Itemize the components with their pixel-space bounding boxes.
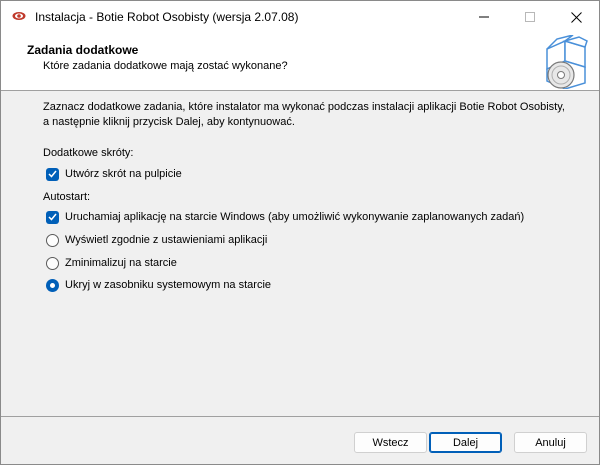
- radio-app-settings-label: Wyświetl zgodnie z ustawieniami aplikacj…: [65, 234, 268, 246]
- close-button[interactable]: [553, 1, 599, 33]
- app-eye-icon: [12, 10, 26, 22]
- desktop-shortcut-label: Utwórz skrót na pulpicie: [65, 168, 182, 180]
- radio-minimize-label: Zminimalizuj na starcie: [65, 257, 177, 269]
- cancel-button[interactable]: Anuluj: [514, 432, 587, 453]
- footer-divider: [1, 416, 599, 417]
- description-line-2: a następnie kliknij przycisk Dalej, aby …: [43, 116, 295, 128]
- page-title: Zadania dodatkowe: [27, 43, 139, 57]
- wizard-header: Zadania dodatkowe Które zadania dodatkow…: [1, 33, 599, 91]
- minimize-button[interactable]: [461, 1, 507, 33]
- radio-tray[interactable]: [46, 278, 59, 292]
- run-at-startup-label: Uruchamiaj aplikację na starcie Windows …: [65, 211, 525, 223]
- maximize-icon: [525, 12, 535, 22]
- box-cd-icon: [543, 34, 589, 90]
- desktop-shortcut-option[interactable]: Utwórz skrót na pulpicie: [46, 166, 182, 182]
- desktop-shortcut-checkbox[interactable]: [46, 167, 59, 181]
- radio-option-app-settings[interactable]: Wyświetl zgodnie z ustawieniami aplikacj…: [46, 232, 267, 248]
- next-button[interactable]: Dalej: [429, 432, 502, 453]
- radio-minimize[interactable]: [46, 256, 59, 270]
- page-subtitle: Które zadania dodatkowe mają zostać wyko…: [43, 60, 288, 72]
- radio-option-tray[interactable]: Ukryj w zasobniku systemowym na starcie: [46, 277, 271, 293]
- shortcuts-label: Dodatkowe skróty:: [43, 147, 134, 159]
- checkmark-icon: [48, 170, 57, 178]
- radio-app-settings[interactable]: [46, 233, 59, 247]
- window-title: Instalacja - Botie Robot Osobisty (wersj…: [35, 10, 299, 24]
- checkmark-icon: [48, 213, 57, 221]
- autostart-label: Autostart:: [43, 191, 91, 203]
- maximize-button: [507, 1, 553, 33]
- description-line-1: Zaznacz dodatkowe zadania, które instala…: [43, 101, 565, 113]
- minimize-icon: [479, 16, 489, 18]
- close-icon: [570, 11, 582, 23]
- radio-option-minimize[interactable]: Zminimalizuj na starcie: [46, 255, 177, 271]
- title-bar[interactable]: Instalacja - Botie Robot Osobisty (wersj…: [1, 1, 599, 33]
- radio-selected-dot: [50, 282, 55, 288]
- back-button[interactable]: Wstecz: [354, 432, 427, 453]
- radio-tray-label: Ukryj w zasobniku systemowym na starcie: [65, 279, 272, 291]
- installer-window: Instalacja - Botie Robot Osobisty (wersj…: [0, 0, 600, 465]
- run-at-startup-option[interactable]: Uruchamiaj aplikację na starcie Windows …: [46, 209, 524, 225]
- run-at-startup-checkbox[interactable]: [46, 210, 59, 224]
